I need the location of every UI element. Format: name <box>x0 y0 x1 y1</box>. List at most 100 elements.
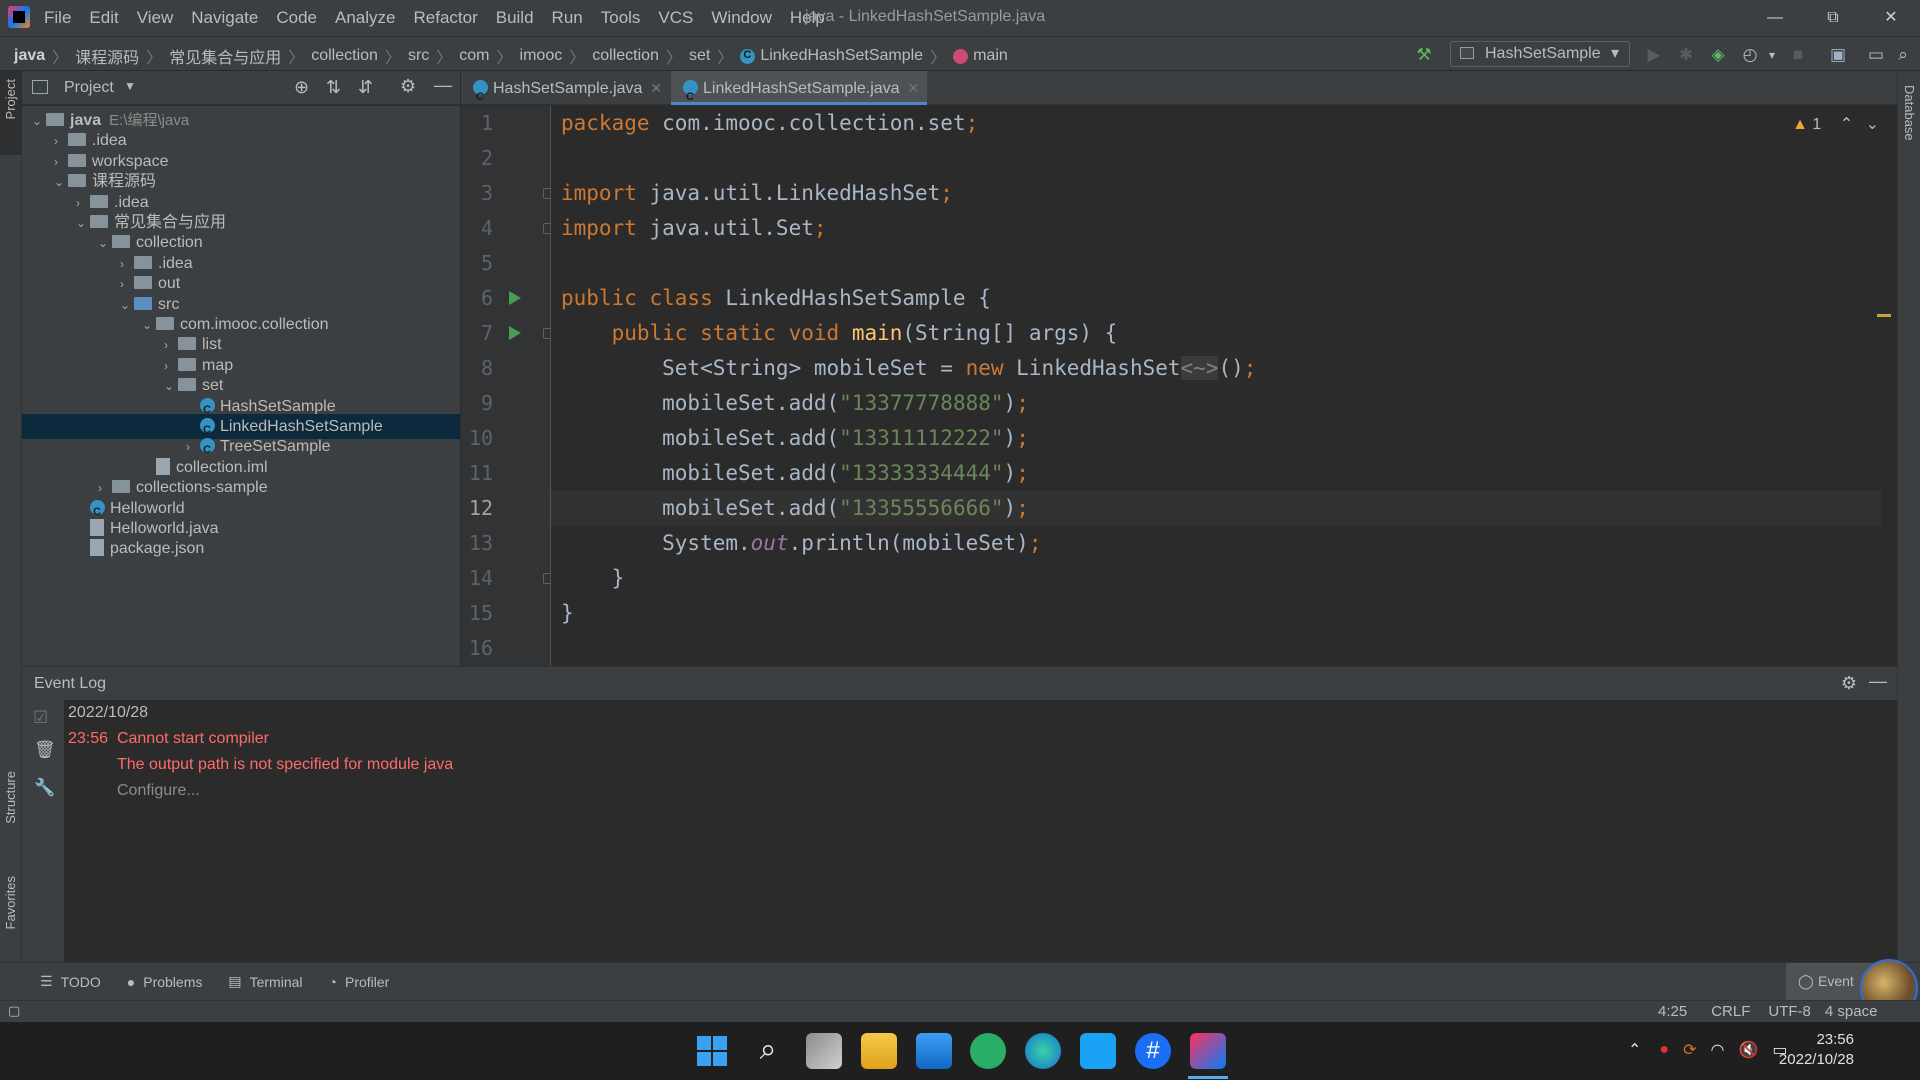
locate-icon[interactable]: ⊕ <box>294 77 309 98</box>
breadcrumb-item[interactable]: main <box>973 47 1008 65</box>
tool-window-bar: ☰ TODO ● Problems ▤ Terminal ◔ Profiler ◯ Ev… <box>0 959 1920 1017</box>
previous-highlight-icon[interactable]: ⌃ <box>1840 116 1853 133</box>
sync-icon[interactable]: ⟳ <box>1683 1040 1696 1060</box>
restore-icon[interactable]: ⧉ <box>1804 0 1862 36</box>
volume-muted-icon[interactable]: 🔇 <box>1738 1040 1758 1060</box>
qq-browser-icon[interactable] <box>1080 1033 1116 1069</box>
file-encoding[interactable]: UTF-8 <box>1768 1003 1811 1020</box>
close-icon[interactable]: ✕ <box>650 80 662 96</box>
gear-icon[interactable]: ⚙ <box>1841 673 1857 694</box>
menu-item-build[interactable]: Build <box>496 8 534 28</box>
layout-icon[interactable]: ▭ <box>1866 45 1886 65</box>
profiler-dropdown-icon[interactable]: ▾ <box>1762 45 1782 65</box>
breadcrumb-separator-icon: 〉 <box>288 50 305 67</box>
project-structure-icon[interactable]: ▣ <box>1828 45 1848 65</box>
event-log-label: Event <box>1818 973 1854 989</box>
line-number: 14 <box>468 566 493 590</box>
editor-tabs: HashSetSample.java ✕ LinkedHashSetSample.… <box>461 71 1897 114</box>
debug-icon[interactable]: ✱ <box>1676 45 1696 65</box>
database-side-tab[interactable]: Database <box>1902 85 1917 141</box>
intellij-taskbar-icon[interactable] <box>1190 1033 1226 1069</box>
next-highlight-icon[interactable]: ⌄ <box>1866 116 1879 133</box>
todo-button[interactable]: TODO <box>61 974 101 990</box>
caret-position[interactable]: 4:25 <box>1658 1003 1687 1020</box>
expand-all-icon[interactable]: ⇅ <box>326 77 341 98</box>
event-log-header: Event Log ⚙ — <box>22 666 1897 700</box>
breadcrumb-item[interactable]: collection <box>592 47 659 65</box>
breadcrumb-item[interactable]: set <box>689 47 710 65</box>
code-editor[interactable]: ▲ 1 ⌃ ⌄ package com.imooc.collection.set… <box>551 106 1897 666</box>
method-icon <box>953 48 969 64</box>
close-icon[interactable]: ✕ <box>1862 0 1920 36</box>
system-clock[interactable]: 23:56 2022/10/28 <box>1779 1030 1854 1070</box>
package-icon <box>156 317 174 330</box>
tree-item-label: map <box>202 356 234 374</box>
menu-item-view[interactable]: View <box>137 8 174 28</box>
stop-icon[interactable]: ■ <box>1788 45 1808 65</box>
edge-browser-icon[interactable] <box>1025 1033 1061 1069</box>
terminal-button[interactable]: Terminal <box>250 974 303 990</box>
indent-setting[interactable]: 4 space <box>1825 1003 1878 1020</box>
build-hammer-icon[interactable]: ⚒ <box>1414 45 1434 65</box>
hide-panel-icon[interactable]: — <box>1869 671 1887 692</box>
breadcrumb-item[interactable]: imooc <box>520 47 563 65</box>
line-separator[interactable]: CRLF <box>1711 1003 1750 1020</box>
run-icon[interactable]: ▶ <box>1644 45 1664 65</box>
tray-expand-icon[interactable]: ⌃ <box>1628 1040 1641 1060</box>
inspection-widget[interactable]: ▲ 1 ⌃ ⌄ <box>1792 114 1879 134</box>
project-side-tab[interactable]: Project <box>0 71 22 155</box>
chevron-down-icon[interactable]: ▼ <box>124 79 136 93</box>
gear-icon[interactable]: ⚙ <box>400 76 416 97</box>
tab-linkedhashsetsample[interactable]: LinkedHashSetSample.java ✕ <box>671 71 927 114</box>
run-config-dropdown[interactable]: HashSetSample <box>1450 41 1630 67</box>
close-icon[interactable]: ✕ <box>908 80 920 96</box>
menu-item-window[interactable]: Window <box>711 8 771 28</box>
tree-item[interactable]: package.json <box>22 536 460 561</box>
breadcrumb-item[interactable]: 常见集合与应用 <box>169 44 281 68</box>
minimize-icon[interactable]: — <box>1746 0 1804 36</box>
breadcrumb-item[interactable]: com <box>459 47 489 65</box>
search-everywhere-icon[interactable]: ⌕ <box>1893 45 1913 65</box>
file-explorer-icon[interactable] <box>861 1033 897 1069</box>
problems-button[interactable]: Problems <box>143 974 202 990</box>
tab-hashsetsample[interactable]: HashSetSample.java ✕ <box>461 71 669 114</box>
mark-read-icon[interactable]: ☑ <box>33 708 48 728</box>
breadcrumb-item[interactable]: 课程源码 <box>75 44 139 68</box>
wechat-icon[interactable] <box>970 1033 1006 1069</box>
windows-start-icon[interactable] <box>694 1033 730 1069</box>
qq-tray-icon[interactable]: ● <box>1659 1041 1669 1059</box>
breadcrumb-item[interactable]: collection <box>311 47 378 65</box>
hide-panel-icon[interactable]: — <box>434 75 452 96</box>
search-icon[interactable]: ⌕ <box>750 1033 786 1069</box>
structure-side-tab[interactable]: Structure <box>3 771 18 824</box>
menu-item-run[interactable]: Run <box>552 8 583 28</box>
coverage-icon[interactable]: ◈ <box>1708 45 1728 65</box>
profiler-icon[interactable]: ◴ <box>1740 45 1760 65</box>
menu-item-tools[interactable]: Tools <box>601 8 641 28</box>
configure-link[interactable]: Configure... <box>117 782 200 800</box>
trash-icon[interactable]: 🗑 <box>34 740 56 760</box>
tree-item-path: E:\编程\java <box>109 112 190 129</box>
wifi-icon[interactable]: ◠ <box>1710 1040 1724 1060</box>
breadcrumb-item[interactable]: src <box>408 47 429 65</box>
mail-icon[interactable] <box>916 1033 952 1069</box>
hash-app-icon[interactable]: # <box>1135 1033 1171 1069</box>
collapse-all-icon[interactable]: ⇵ <box>358 77 373 98</box>
menu-item-code[interactable]: Code <box>276 8 317 28</box>
menu-item-vcs[interactable]: VCS <box>658 8 693 28</box>
menu-item-analyze[interactable]: Analyze <box>335 8 395 28</box>
breadcrumb-item[interactable]: LinkedHashSetSample <box>760 47 923 65</box>
menu-item-file[interactable]: File <box>44 8 71 28</box>
menu-item-navigate[interactable]: Navigate <box>191 8 258 28</box>
toggle-panels-icon[interactable]: ▢ <box>8 1003 20 1019</box>
run-gutter-icon[interactable] <box>509 291 521 305</box>
breadcrumb-item[interactable]: java <box>14 47 45 65</box>
favorites-side-tab[interactable]: Favorites <box>3 876 18 929</box>
project-view-selector[interactable]: Project <box>64 79 114 97</box>
wrench-icon[interactable]: 🔧 <box>34 778 55 798</box>
run-gutter-icon[interactable] <box>509 326 521 340</box>
menu-item-edit[interactable]: Edit <box>89 8 118 28</box>
menu-item-refactor[interactable]: Refactor <box>413 8 477 28</box>
profiler-button[interactable]: Profiler <box>345 974 389 990</box>
task-view-icon[interactable] <box>806 1033 842 1069</box>
